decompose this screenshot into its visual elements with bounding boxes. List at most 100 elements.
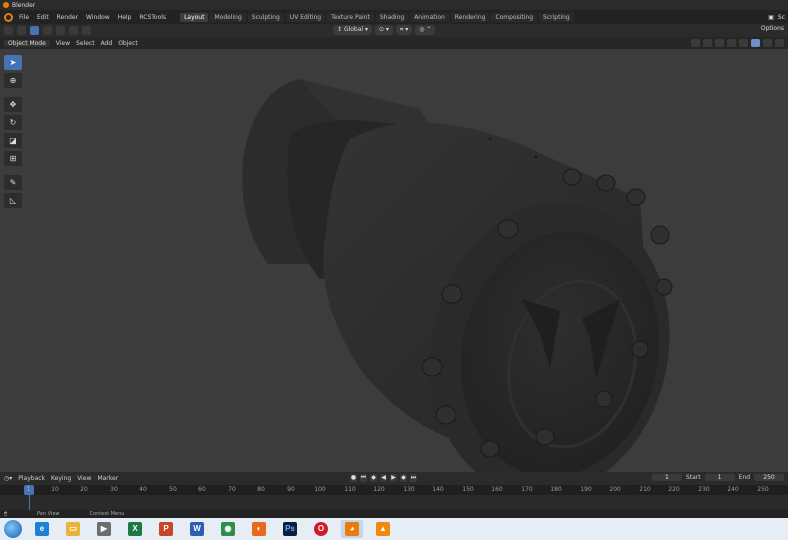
taskbar-app-word[interactable]: W <box>186 520 208 538</box>
taskbar-app-firefox[interactable]: ◐ <box>248 520 270 538</box>
proportional-edit-toggle[interactable]: ◎ ⌃ <box>415 25 436 35</box>
jump-end-icon[interactable]: ⏭ <box>410 474 417 482</box>
annotate-tool[interactable]: ✎ <box>4 175 22 190</box>
title-bar: Blender <box>0 0 788 10</box>
tab-modeling[interactable]: Modeling <box>210 12 246 22</box>
menu-playback[interactable]: Playback <box>18 475 45 482</box>
frame-ruler[interactable]: 10 20 30 40 50 60 70 80 90 100 110 120 1… <box>0 485 788 495</box>
start-label: Start <box>685 474 701 481</box>
rotate-tool[interactable]: ↻ <box>4 115 22 130</box>
tab-layout[interactable]: Layout <box>180 12 209 22</box>
material-shading-icon[interactable] <box>763 39 772 47</box>
select-mode-subtract-icon[interactable] <box>56 26 65 35</box>
rendered-shading-icon[interactable] <box>775 39 784 47</box>
taskbar-app-vlc[interactable]: ▲ <box>372 520 394 538</box>
select-mode-invert-icon[interactable] <box>69 26 78 35</box>
select-mode-new-icon[interactable] <box>30 26 39 35</box>
taskbar-app-media-player[interactable]: ▶ <box>93 520 115 538</box>
menu-file[interactable]: File <box>19 14 29 21</box>
excel-icon: X <box>128 522 142 536</box>
interaction-mode-dropdown[interactable]: Object Mode <box>4 39 50 47</box>
start-frame-field[interactable]: 1 <box>704 474 735 481</box>
next-keyframe-icon[interactable]: ◆ <box>400 474 407 482</box>
timeline-editor-type-icon[interactable]: ◷▾ <box>4 475 12 482</box>
ruler-tick: 10 <box>51 486 59 493</box>
current-frame-field[interactable]: 1 <box>651 474 682 481</box>
menu-render[interactable]: Render <box>57 14 78 21</box>
tab-shading[interactable]: Shading <box>375 12 409 22</box>
cursor-tool[interactable]: ⊕ <box>4 73 22 88</box>
prev-keyframe-icon[interactable]: ◆ <box>370 474 377 482</box>
taskbar-app-opera[interactable]: O <box>310 520 332 538</box>
jump-start-icon[interactable]: ⏮ <box>360 474 367 482</box>
editor-type-icon[interactable] <box>4 26 13 35</box>
scene-selector[interactable]: ▣ Sc <box>768 14 788 21</box>
tab-texture-paint[interactable]: Texture Paint <box>327 12 374 22</box>
play-reverse-icon[interactable]: ◀ <box>380 474 387 482</box>
tab-scripting[interactable]: Scripting <box>539 12 574 22</box>
active-tool-icon[interactable] <box>17 26 26 35</box>
menu-add[interactable]: Add <box>101 40 113 47</box>
measure-tool[interactable]: ◺ <box>4 193 22 208</box>
tab-uv-editing[interactable]: UV Editing <box>285 12 326 22</box>
play-icon[interactable]: ▶ <box>390 474 397 482</box>
tab-rendering[interactable]: Rendering <box>450 12 490 22</box>
move-tool[interactable]: ✥ <box>4 97 22 112</box>
taskbar-app-excel[interactable]: X <box>124 520 146 538</box>
record-icon[interactable]: ● <box>350 474 357 482</box>
tab-animation[interactable]: Animation <box>410 12 449 22</box>
menu-help[interactable]: Help <box>118 14 132 21</box>
select-box-tool[interactable]: ➤ <box>4 55 22 70</box>
ruler-tick: 50 <box>169 486 177 493</box>
select-mode-intersect-icon[interactable] <box>82 26 91 35</box>
overlay-icon[interactable] <box>715 39 724 47</box>
transform-tool[interactable]: ⊞ <box>4 151 22 166</box>
network-icon: ◉ <box>221 522 235 536</box>
taskbar-app-photoshop[interactable]: Ps <box>279 520 301 538</box>
visibility-icon[interactable] <box>691 39 700 47</box>
tab-sculpting[interactable]: Sculpting <box>247 12 284 22</box>
tab-compositing[interactable]: Compositing <box>491 12 538 22</box>
timeline-editor: ◷▾ Playback Keying View Marker ● ⏮ ◆ ◀ ▶… <box>0 472 788 512</box>
menu-marker[interactable]: Marker <box>97 475 118 482</box>
top-menu-bar: File Edit Render Window Help RCSTools La… <box>0 10 788 24</box>
menu-edit[interactable]: Edit <box>37 14 49 21</box>
wireframe-shading-icon[interactable] <box>739 39 748 47</box>
ruler-tick: 30 <box>110 486 118 493</box>
blender-menu-icon[interactable] <box>4 12 13 22</box>
gizmo-icon[interactable] <box>703 39 712 47</box>
solid-shading-icon[interactable] <box>751 39 760 47</box>
snap-toggle[interactable]: ⌗ ▾ <box>395 25 413 35</box>
blender-icon: ◕ <box>345 522 359 536</box>
menu-object[interactable]: Object <box>118 40 138 47</box>
end-frame-field[interactable]: 250 <box>754 474 784 481</box>
taskbar-app-internet-explorer[interactable]: e <box>31 520 53 538</box>
vlc-icon: ▲ <box>376 522 390 536</box>
cylinder-object[interactable] <box>242 79 696 472</box>
3d-viewport[interactable]: ➤ ⊕ ✥ ↻ ◪ ⊞ ✎ ◺ <box>0 49 788 472</box>
taskbar-app-blender[interactable]: ◕ <box>341 520 363 538</box>
taskbar-app-file-explorer[interactable]: ▭ <box>62 520 84 538</box>
taskbar-app-powerpoint[interactable]: P <box>155 520 177 538</box>
ruler-tick: 120 <box>373 486 385 493</box>
menu-rcstools[interactable]: RCSTools <box>139 14 166 21</box>
menu-timeline-view[interactable]: View <box>77 475 91 482</box>
options-dropdown[interactable]: Options <box>761 25 784 32</box>
start-button[interactable] <box>4 520 22 538</box>
transform-controls: ↕ Global ▾ ⊙ ▾ ⌗ ▾ ◎ ⌃ <box>333 25 436 35</box>
menu-view[interactable]: View <box>56 40 70 47</box>
orientation-dropdown[interactable]: ↕ Global ▾ <box>333 25 372 35</box>
select-mode-extend-icon[interactable] <box>43 26 52 35</box>
menu-window[interactable]: Window <box>86 14 110 21</box>
ruler-tick: 20 <box>80 486 88 493</box>
orientation-label: Global <box>343 26 364 33</box>
ruler-tick: 190 <box>580 486 592 493</box>
menu-keying[interactable]: Keying <box>51 475 71 482</box>
scale-tool[interactable]: ◪ <box>4 133 22 148</box>
taskbar-app-network[interactable]: ◉ <box>217 520 239 538</box>
menu-select[interactable]: Select <box>76 40 95 47</box>
model-render <box>242 79 696 472</box>
pivot-dropdown[interactable]: ⊙ ▾ <box>375 25 393 35</box>
xray-icon[interactable] <box>727 39 736 47</box>
playhead-line[interactable] <box>29 485 30 512</box>
